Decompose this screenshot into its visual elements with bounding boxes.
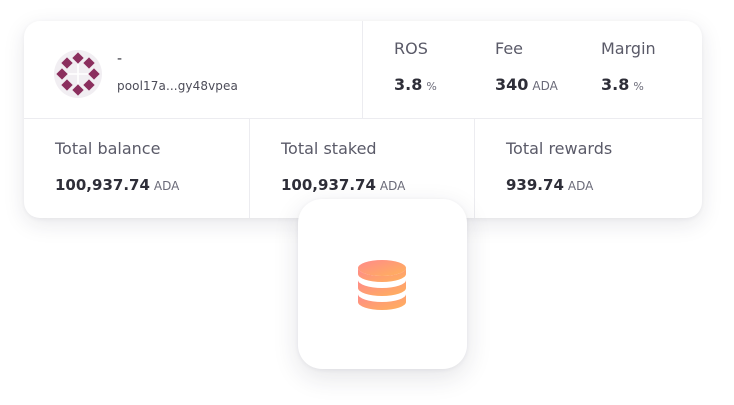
- pool-logo-icon: [54, 50, 102, 98]
- total-balance-number: 100,937.74: [55, 176, 150, 194]
- totals-divider-1: [249, 119, 250, 218]
- margin-unit: %: [633, 80, 644, 93]
- fee-unit: ADA: [532, 79, 558, 93]
- header-divider: [362, 21, 363, 118]
- total-staked-unit: ADA: [379, 179, 406, 193]
- total-rewards-unit: ADA: [567, 179, 594, 193]
- fee-value: 340 ADA: [495, 75, 558, 94]
- margin-number: 3.8: [601, 75, 630, 94]
- total-staked-number: 100,937.74: [281, 176, 376, 194]
- fee-label: Fee: [495, 39, 524, 58]
- ros-number: 3.8: [394, 75, 423, 94]
- margin-label: Margin: [601, 39, 656, 58]
- total-rewards-value: 939.74 ADA: [506, 176, 593, 194]
- total-staked-label: Total staked: [281, 139, 377, 158]
- margin-value: 3.8%: [601, 75, 644, 94]
- ros-unit: %: [426, 80, 437, 93]
- totals-divider-2: [474, 119, 475, 218]
- pool-id[interactable]: pool17a...gy48vpea: [117, 79, 238, 93]
- total-balance-value: 100,937.74 ADA: [55, 176, 179, 194]
- total-balance-unit: ADA: [153, 179, 180, 193]
- staking-icon-tile: [298, 199, 467, 369]
- total-rewards-number: 939.74: [506, 176, 564, 194]
- fee-number: 340: [495, 75, 529, 94]
- stake-pool-widget: - pool17a...gy48vpea ROS 3.8% Fee 340 ADA…: [0, 0, 734, 405]
- coin-stack-icon: [358, 260, 406, 310]
- total-staked-value: 100,937.74 ADA: [281, 176, 405, 194]
- pool-name: -: [117, 51, 123, 67]
- ros-value: 3.8%: [394, 75, 437, 94]
- pool-summary-card: - pool17a...gy48vpea ROS 3.8% Fee 340 ADA…: [24, 21, 702, 218]
- section-divider: [24, 118, 702, 119]
- ros-label: ROS: [394, 39, 428, 58]
- total-rewards-label: Total rewards: [506, 139, 613, 158]
- total-balance-label: Total balance: [55, 139, 161, 158]
